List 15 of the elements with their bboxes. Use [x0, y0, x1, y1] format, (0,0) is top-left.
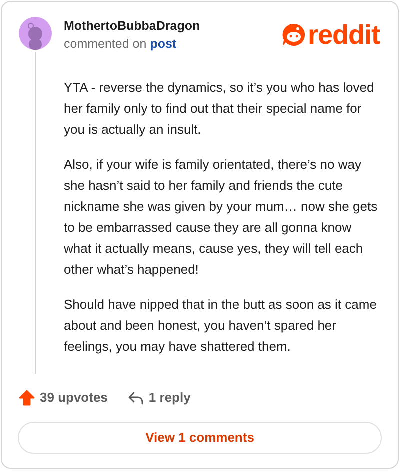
- upvote-count: 39 upvotes: [40, 389, 108, 407]
- reply-icon[interactable]: [128, 390, 144, 405]
- upvote-icon[interactable]: [19, 390, 35, 406]
- action-text: commented: [64, 37, 130, 51]
- reply-count: 1 reply: [148, 389, 191, 407]
- comment-paragraph: Should have nipped that in the butt as soon as it came about and been honest, you haven’t spared her feelings, you may have shattered them.: [64, 296, 378, 356]
- post-link[interactable]: post: [150, 37, 177, 51]
- reddit-wordmark: reddit: [308, 21, 380, 49]
- view-comments-button[interactable]: View 1 comments: [18, 422, 382, 454]
- comment-paragraph: YTA - reverse the dynamics, so it’s you who has loved her family only to find out that their special name for you is actually an insult.: [64, 79, 376, 139]
- author-name[interactable]: MothertoBubbaDragon: [64, 19, 200, 33]
- avatar-icon: [18, 17, 52, 50]
- comment-paragraph: Also, if your wife is family orientated, there’s no way she hasn’t said to her family and friends the cute nickname she was given by your mum… now she gets to be embarrassed cause they are all gonna know what it actually means, cause yes, they will tell each other what’s happened!: [64, 156, 378, 279]
- preposition-text: on: [132, 37, 147, 51]
- logo-icon: [282, 23, 306, 47]
